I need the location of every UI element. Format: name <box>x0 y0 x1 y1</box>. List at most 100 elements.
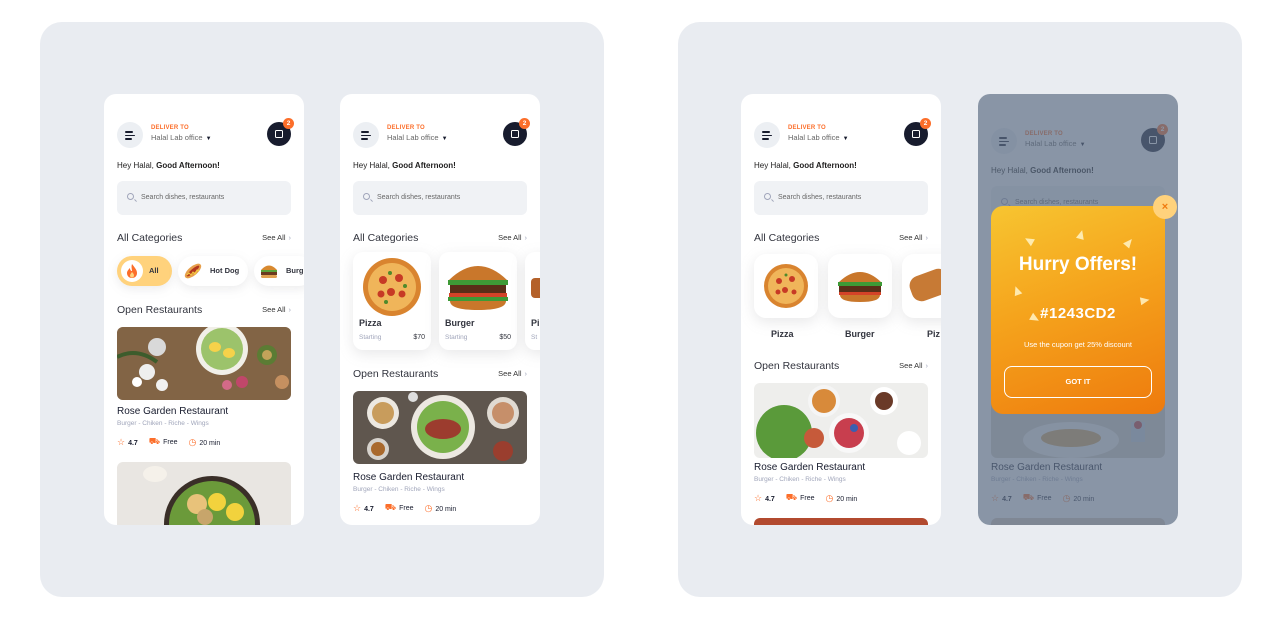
menu-button[interactable] <box>754 122 780 148</box>
see-all-link[interactable]: See All › <box>498 369 527 378</box>
see-all-link[interactable]: See All › <box>262 305 291 314</box>
see-all-label: See All <box>899 361 923 370</box>
search-placeholder: Search dishes, restaurants <box>778 194 862 201</box>
greeting-time: Good Afternoon! <box>156 161 220 170</box>
restaurant-name[interactable]: Rose Garden Restaurant <box>117 406 228 417</box>
search-input[interactable]: Search dishes, restaurants <box>117 181 291 215</box>
section-title: Open Restaurants <box>754 360 840 372</box>
restaurant-image[interactable] <box>754 383 928 458</box>
delivery-address: Halal Lab office <box>387 133 439 142</box>
menu-icon-line <box>125 138 132 140</box>
caret-down-icon: ▼ <box>842 136 849 142</box>
restaurant-image[interactable] <box>754 518 928 525</box>
card-starting: Starting <box>445 334 468 341</box>
cart-badge: 2 <box>283 118 294 129</box>
open-restaurants-header: Open Restaurants See All › <box>754 360 928 374</box>
deliver-label: DELIVER TO <box>387 125 425 131</box>
card-name: Pizza <box>359 318 382 328</box>
card-name: Burger <box>445 318 475 328</box>
menu-icon <box>361 131 369 133</box>
category-tile-pizza[interactable] <box>754 254 818 318</box>
pill-label: Hot Dog <box>210 266 240 275</box>
restaurant-image[interactable] <box>353 391 527 464</box>
restaurant-meta: ☆4.7 ⛟Free ◷20 min <box>754 492 866 504</box>
restaurant-tags: Burger - Chiken - Riche - Wings <box>117 420 209 427</box>
chevron-right-icon: › <box>925 361 929 370</box>
open-restaurants-header: Open Restaurants See All › <box>353 368 527 382</box>
search-icon <box>764 193 771 200</box>
search-input[interactable]: Search dishes, restaurants <box>754 181 928 215</box>
category-pill-burger[interactable]: Burg <box>254 256 304 286</box>
search-input[interactable]: Search dishes, restaurants <box>353 181 527 215</box>
categories-header: All Categories See All › <box>353 232 527 246</box>
cart-button[interactable]: 2 <box>503 118 530 146</box>
hot-dog-icon <box>182 260 204 282</box>
pill-label: All <box>149 266 159 275</box>
greeting: Hey Halal, Good Afternoon! <box>353 161 456 170</box>
see-all-link[interactable]: See All › <box>262 233 291 242</box>
restaurant-meta: ☆4.7 ⛟Free ◷20 min <box>117 436 229 448</box>
offer-description: Use the cupon get 25% discount <box>1024 340 1132 349</box>
deliver-label: DELIVER TO <box>788 125 826 131</box>
shopping-bag-icon <box>511 130 519 138</box>
cart-button[interactable]: 2 <box>904 118 931 146</box>
restaurant-image[interactable] <box>117 462 291 525</box>
section-title: Open Restaurants <box>117 304 203 316</box>
deliver-to[interactable]: DELIVER TO Halal Lab office▼ <box>788 125 849 142</box>
greeting: Hey Halal, Good Afternoon! <box>754 161 857 170</box>
close-button[interactable]: × <box>1153 195 1177 219</box>
category-tile-burger[interactable] <box>828 254 892 318</box>
restaurant-tags: Burger - Chiken - Riche - Wings <box>754 476 846 483</box>
clock-icon: ◷ <box>188 436 197 447</box>
greeting: Hey Halal, Good Afternoon! <box>117 161 220 170</box>
cart-badge: 2 <box>920 118 931 129</box>
delivery-address: Halal Lab office <box>151 133 203 142</box>
caret-down-icon: ▼ <box>441 136 448 142</box>
search-icon <box>127 193 134 200</box>
card-name: Pi <box>531 318 540 328</box>
star-icon: ☆ <box>353 502 362 513</box>
pizza-image <box>363 258 421 316</box>
clock-icon: ◷ <box>825 492 834 503</box>
deliver-to[interactable]: DELIVER TO Halal Lab office▼ <box>387 125 448 142</box>
see-all-link[interactable]: See All › <box>899 361 928 370</box>
deliver-to[interactable]: DELIVER TO Halal Lab office▼ <box>151 125 212 142</box>
chevron-right-icon: › <box>925 233 929 242</box>
offer-popup: × Hurry Offers! #1243CD2 Use the cupon g… <box>991 195 1177 414</box>
category-card-pizza[interactable]: Pizza Starting $70 <box>353 252 431 350</box>
delivery-fee: Free <box>800 495 815 502</box>
see-all-link[interactable]: See All › <box>498 233 527 242</box>
delivery-fee: Free <box>163 439 178 446</box>
delivery-truck-icon: ⛟ <box>785 492 798 502</box>
delivery-truck-icon: ⛟ <box>148 436 161 446</box>
delivery-time: 20 min <box>435 505 457 513</box>
top-bar: DELIVER TO Halal Lab office▼ 2 <box>117 118 294 148</box>
see-all-label: See All <box>498 233 522 242</box>
restaurant-name[interactable]: Rose Garden Restaurant <box>353 472 464 483</box>
got-it-button[interactable]: GOT IT <box>1004 366 1152 398</box>
category-card-burger[interactable]: Burger Starting $50 <box>439 252 517 350</box>
menu-button[interactable] <box>117 122 143 148</box>
restaurant-name[interactable]: Rose Garden Restaurant <box>754 462 865 473</box>
menu-icon-line <box>125 134 135 136</box>
burger-image <box>448 266 508 310</box>
star-icon: ☆ <box>117 436 126 447</box>
right-showcase-panel: DELIVER TO Halal Lab office ▼ 2 Hey Halal… <box>678 22 1242 597</box>
menu-icon-line <box>361 138 368 140</box>
card-price: $70 <box>413 334 425 341</box>
category-pill-all[interactable]: All <box>117 256 172 286</box>
cart-button[interactable]: 2 <box>267 118 294 146</box>
see-all-link[interactable]: See All › <box>899 233 928 242</box>
restaurant-image[interactable] <box>117 327 291 400</box>
fire-icon <box>121 260 143 282</box>
categories-header: All Categories See All › <box>754 232 928 246</box>
delivery-time: 20 min <box>836 495 858 503</box>
category-tile-partial[interactable] <box>902 254 941 318</box>
category-card-partial[interactable]: Pi St <box>525 252 540 350</box>
left-showcase-panel: DELIVER TO Halal Lab office ▼ 2 Hey Halal… <box>40 22 604 597</box>
menu-button[interactable] <box>353 122 379 148</box>
category-pill-hot-dog[interactable]: Hot Dog <box>178 256 248 286</box>
menu-icon-line <box>762 134 772 136</box>
see-all-label: See All <box>262 305 286 314</box>
open-restaurants-header: Open Restaurants See All › <box>117 304 291 318</box>
